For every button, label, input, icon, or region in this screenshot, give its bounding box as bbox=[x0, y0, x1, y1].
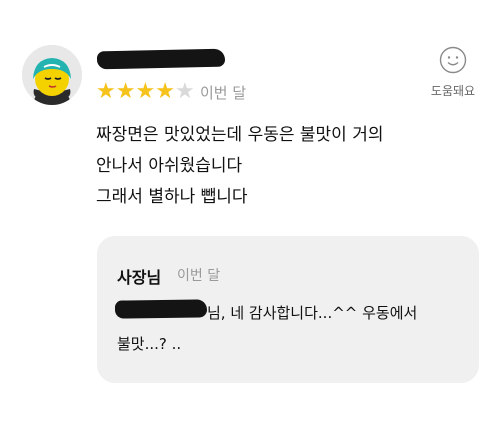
review-text: 짜장면은 맛있었는데 우동은 불맛이 거의 안나서 아쉬웠습니다 그래서 별하나… bbox=[96, 120, 486, 213]
star-filled-icon: ★ bbox=[155, 79, 175, 104]
review-text-line: 그래서 별하나 뺍니다 bbox=[96, 187, 248, 207]
star-filled-icon: ★ bbox=[135, 79, 156, 104]
reviewer-name-redacted bbox=[96, 48, 226, 70]
review-text-line: 안나서 아쉬웠습니다 bbox=[96, 156, 243, 176]
star-filled-icon: ★ bbox=[96, 79, 116, 104]
helpful-label: 도움돼요 bbox=[430, 84, 476, 98]
star-filled-icon: ★ bbox=[115, 79, 136, 104]
reviewer-avatar-illustration bbox=[22, 45, 82, 105]
reply-text-line: 불맛...? .. bbox=[117, 335, 182, 353]
review-text-line: 짜장면은 맛있었는데 우동은 불맛이 거의 bbox=[96, 125, 384, 145]
reply-text: 님, 네 감사합니다...^^ 우동에서 불맛...? .. bbox=[117, 298, 472, 360]
reply-author: 사장님 bbox=[117, 268, 162, 287]
reply-date: 이번 달 bbox=[177, 268, 221, 284]
owner-reply: 사장님 이번 달 님, 네 감사합니다...^^ 우동에서 불맛...? .. bbox=[97, 236, 479, 383]
reply-text-line: 님, 네 감사합니다...^^ 우동에서 bbox=[207, 304, 418, 322]
star-empty-icon: ★ bbox=[174, 79, 195, 104]
review-date: 이번 달 bbox=[200, 84, 247, 102]
reviewer-avatar[interactable] bbox=[22, 45, 82, 105]
helpful-button[interactable]: 도움돼요 bbox=[416, 46, 490, 99]
star-rating: ★ ★ ★ ★ ★ bbox=[96, 80, 195, 104]
smiley-face-icon bbox=[439, 46, 467, 74]
